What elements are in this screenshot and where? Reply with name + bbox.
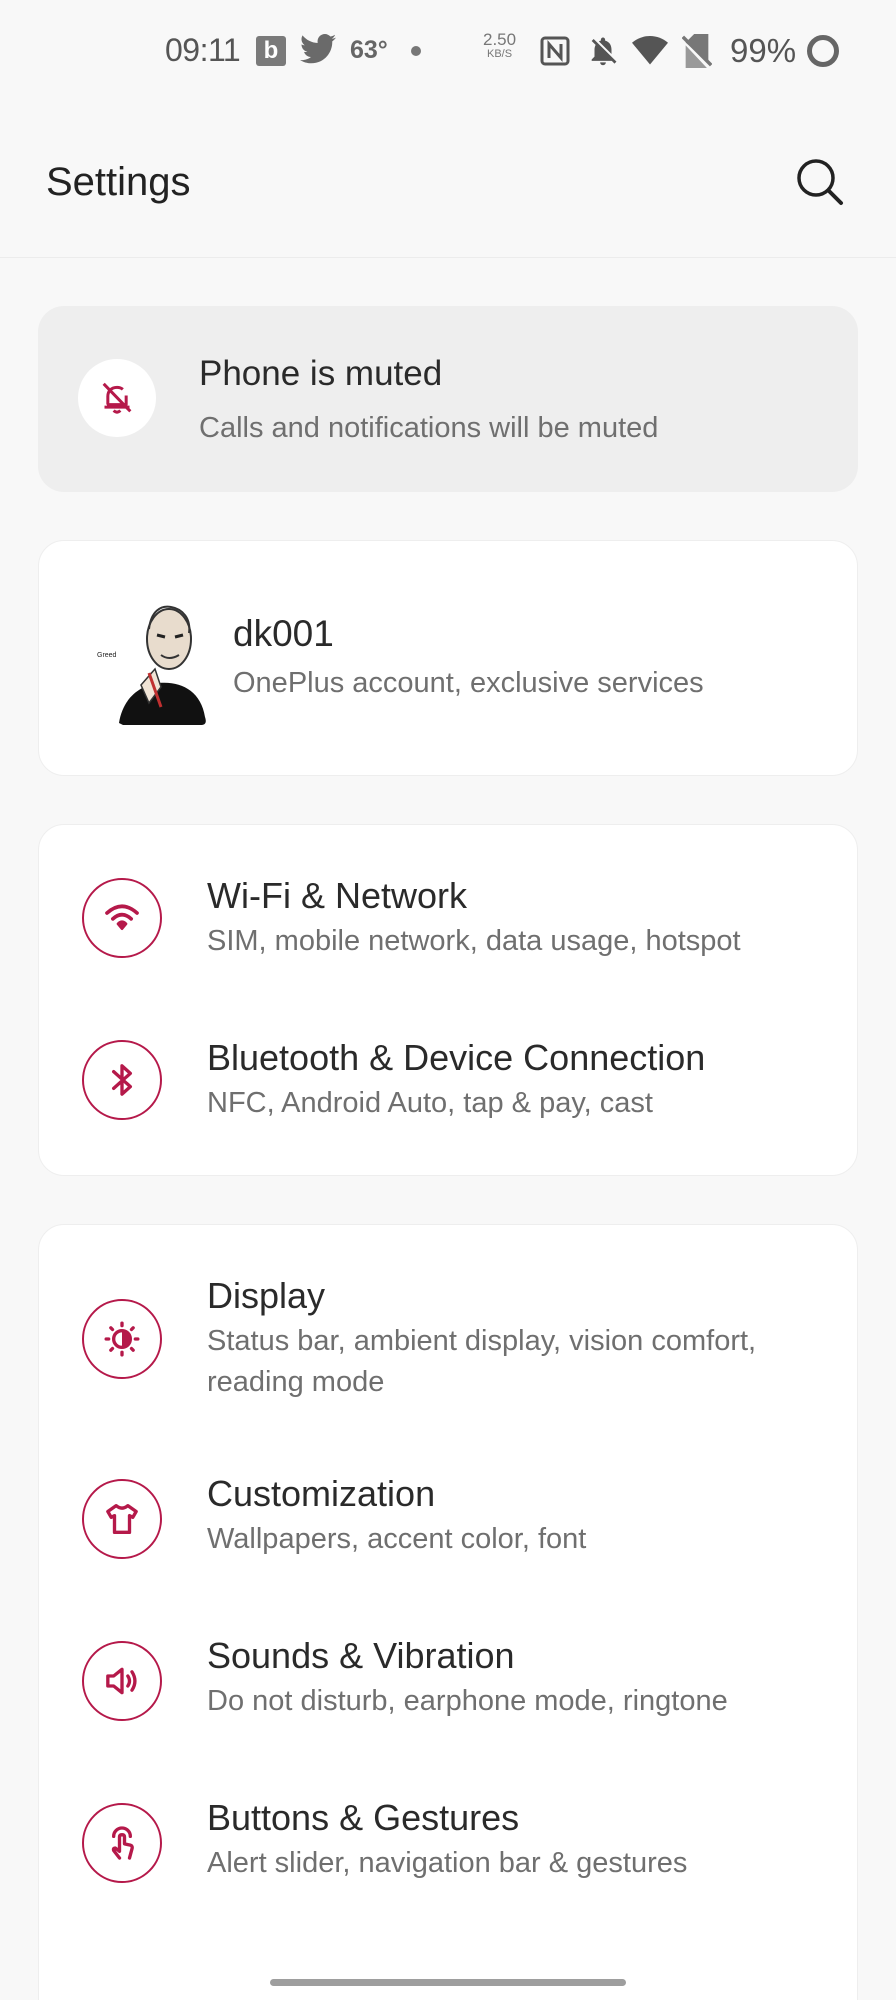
- settings-item-display[interactable]: Display Status bar, ambient display, vis…: [39, 1225, 859, 1429]
- gesture-icon: [82, 1803, 162, 1883]
- settings-group-connectivity: Wi-Fi & Network SIM, mobile network, dat…: [38, 824, 858, 1176]
- settings-item-title: Sounds & Vibration: [207, 1635, 515, 1676]
- phone-muted-banner[interactable]: Phone is muted Calls and notifications w…: [38, 306, 858, 492]
- settings-item-subtitle: NFC, Android Auto, tap & pay, cast: [207, 1087, 653, 1119]
- no-sim-icon: [681, 34, 713, 73]
- wifi-icon: [82, 878, 162, 958]
- settings-item-sounds[interactable]: Sounds & Vibration Do not disturb, earph…: [39, 1591, 859, 1753]
- bluetooth-icon: [82, 1040, 162, 1120]
- page-title: Settings: [46, 160, 191, 204]
- settings-item-subtitle: Alert slider, navigation bar & gestures: [207, 1847, 688, 1879]
- account-name: dk001: [233, 613, 334, 654]
- nfc-icon: [540, 36, 570, 71]
- wifi-icon: [632, 36, 668, 71]
- b-app-icon: b: [256, 36, 286, 66]
- status-time: 09:11: [165, 32, 241, 68]
- net-speed: 2.50 KB/S: [483, 31, 516, 61]
- settings-item-subtitle: Status bar, ambient display, vision comf…: [207, 1325, 757, 1398]
- speaker-icon: [82, 1641, 162, 1721]
- twitter-icon: [300, 34, 336, 69]
- gesture-nav-handle[interactable]: [270, 1979, 626, 1986]
- avatar: Greed: [89, 599, 209, 725]
- settings-item-title: Customization: [207, 1473, 436, 1514]
- status-bar: 09:11 b 63° 2.50 KB/S 99%: [0, 0, 896, 104]
- account-card[interactable]: Greed dk001 OnePlus account, exclusive s…: [38, 540, 858, 776]
- settings-item-title: Wi-Fi & Network: [207, 875, 467, 916]
- settings-item-customization[interactable]: Customization Wallpapers, accent color, …: [39, 1429, 859, 1591]
- settings-item-subtitle: SIM, mobile network, data usage, hotspot: [207, 925, 741, 957]
- settings-item-wifi-network[interactable]: Wi-Fi & Network SIM, mobile network, dat…: [39, 825, 859, 997]
- search-button[interactable]: [792, 154, 848, 210]
- avatar-caption: Greed: [97, 652, 117, 659]
- account-subtitle: OnePlus account, exclusive services: [233, 667, 704, 699]
- tshirt-icon: [82, 1479, 162, 1559]
- settings-item-subtitle: Do not disturb, earphone mode, ringtone: [207, 1685, 728, 1717]
- notification-dot-icon: [411, 46, 421, 56]
- mute-banner-subtitle: Calls and notifications will be muted: [199, 412, 659, 444]
- bell-off-icon: [586, 34, 620, 73]
- settings-item-subtitle: Wallpapers, accent color, font: [207, 1523, 587, 1555]
- settings-item-bluetooth[interactable]: Bluetooth & Device Connection NFC, Andro…: [39, 997, 859, 1169]
- bell-off-icon: [78, 359, 156, 437]
- brightness-icon: [82, 1299, 162, 1379]
- mute-banner-title: Phone is muted: [199, 354, 443, 393]
- settings-group-device: Display Status bar, ambient display, vis…: [38, 1224, 858, 2000]
- settings-item-buttons-gestures[interactable]: Buttons & Gestures Alert slider, navigat…: [39, 1753, 859, 1915]
- app-header: Settings: [0, 104, 896, 258]
- settings-item-title: Bluetooth & Device Connection: [207, 1037, 706, 1078]
- settings-item-title: Display: [207, 1275, 326, 1316]
- search-icon: [797, 159, 843, 205]
- net-speed-unit: KB/S: [487, 48, 513, 60]
- battery-ring-icon: [807, 35, 839, 67]
- settings-item-title: Buttons & Gestures: [207, 1797, 520, 1838]
- status-temperature: 63°: [350, 36, 388, 64]
- battery-level: 99%: [730, 32, 797, 69]
